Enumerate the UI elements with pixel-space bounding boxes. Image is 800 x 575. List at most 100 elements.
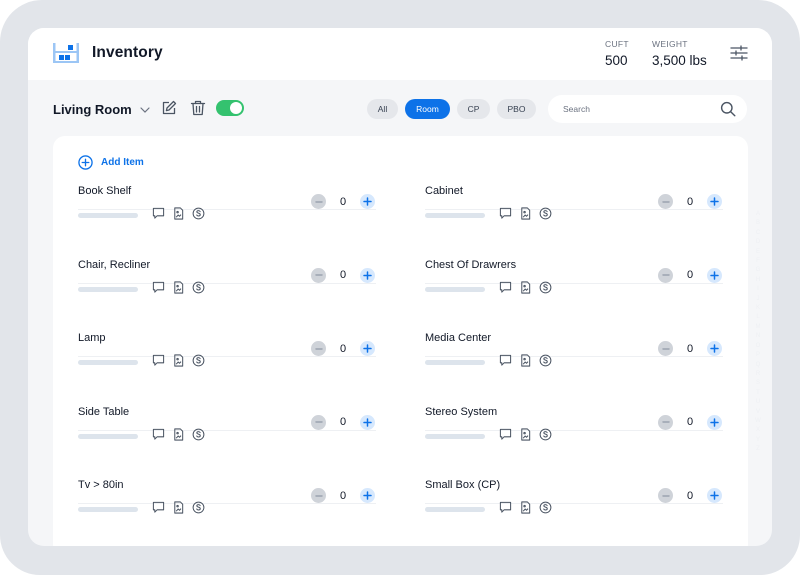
weight-label: WEIGHT	[652, 39, 688, 49]
filter-room[interactable]: Room	[405, 99, 450, 119]
alphabet-letter[interactable]: V	[756, 408, 760, 417]
increment-button[interactable]	[360, 341, 375, 356]
alphabet-letter[interactable]: C	[756, 229, 760, 238]
filter-pbo[interactable]: PBO	[497, 99, 536, 119]
alphabet-letter[interactable]: R	[756, 370, 760, 379]
comment-icon[interactable]	[499, 501, 512, 514]
alphabet-letter[interactable]: P	[756, 351, 760, 360]
sliders-icon[interactable]	[730, 45, 748, 61]
plus-icon	[363, 270, 372, 280]
quantity-stepper: 0	[658, 488, 722, 503]
minus-icon	[314, 347, 323, 350]
plus-icon	[363, 197, 372, 206]
warehouse-shelf-icon	[53, 43, 79, 63]
alphabet-letter[interactable]: W	[755, 417, 761, 426]
alphabet-letter[interactable]: N	[756, 332, 760, 341]
alphabet-letter[interactable]: T	[756, 389, 760, 398]
alphabet-letter[interactable]: Q	[756, 361, 761, 370]
photo-document-icon[interactable]	[172, 501, 185, 514]
decrement-button[interactable]	[311, 194, 326, 209]
alphabet-letter[interactable]: S	[756, 379, 760, 388]
minus-icon	[661, 200, 670, 203]
alphabet-letter[interactable]: M	[756, 323, 761, 332]
quantity-stepper: 0	[658, 267, 722, 283]
increment-button[interactable]	[707, 414, 722, 430]
alphabet-letter[interactable]: A	[756, 210, 760, 219]
increment-button[interactable]	[360, 267, 375, 283]
item-name: Cabinet	[425, 185, 463, 197]
item-name: Stereo System	[425, 405, 498, 418]
decrement-button[interactable]	[658, 414, 673, 430]
quantity-value: 0	[339, 342, 347, 355]
alphabet-letter[interactable]: H	[756, 276, 760, 285]
quantity-value: 0	[686, 269, 694, 281]
room-dropdown[interactable]: Living Room	[53, 102, 150, 117]
increment-button[interactable]	[707, 194, 722, 209]
search-box	[548, 95, 747, 123]
decrement-button[interactable]	[658, 488, 673, 503]
alphabet-letter[interactable]: D	[756, 238, 760, 247]
room-name: Living Room	[53, 102, 132, 117]
alphabet-letter[interactable]: I	[757, 285, 759, 294]
search-input[interactable]	[563, 104, 713, 114]
decrement-button[interactable]	[311, 341, 326, 356]
increment-button[interactable]	[360, 194, 375, 209]
app-header: Inventory CUFT 500 WEIGHT 3,500 lbs	[28, 28, 772, 80]
dollar-icon[interactable]	[539, 501, 552, 514]
alphabet-letter[interactable]: B	[756, 219, 760, 228]
quantity-stepper: 0	[311, 488, 375, 503]
item-name: Book Shelf	[78, 185, 132, 197]
list-item: Media Center 0	[425, 283, 723, 367]
decrement-button[interactable]	[311, 267, 326, 283]
alphabet-letter[interactable]: K	[756, 304, 760, 313]
filter-cp[interactable]: CP	[457, 99, 490, 119]
minus-icon	[314, 421, 323, 423]
alphabet-letter[interactable]: E	[756, 248, 760, 257]
alphabet-letter[interactable]: O	[756, 342, 761, 351]
plus-icon	[710, 197, 719, 206]
alphabet-letter[interactable]: G	[756, 266, 761, 275]
increment-button[interactable]	[707, 341, 722, 356]
trash-icon[interactable]	[190, 100, 206, 116]
minus-icon	[661, 494, 670, 497]
quantity-stepper: 0	[658, 194, 722, 209]
decrement-button[interactable]	[311, 488, 326, 503]
alphabet-letter[interactable]: X	[756, 426, 760, 435]
decrement-button[interactable]	[658, 341, 673, 356]
alphabet-letter[interactable]: Y	[756, 436, 760, 445]
alphabet-letter[interactable]: U	[756, 398, 760, 407]
quantity-value: 0	[339, 195, 347, 208]
increment-button[interactable]	[360, 414, 375, 430]
alphabet-letter[interactable]: J	[757, 295, 760, 304]
search-icon[interactable]	[720, 101, 736, 117]
minus-icon	[661, 274, 670, 276]
item-name: Tv > 80in	[78, 479, 124, 491]
decrement-button[interactable]	[658, 267, 673, 283]
item-actions	[499, 501, 552, 514]
comment-icon[interactable]	[152, 501, 165, 514]
list-item: Cabinet 0	[425, 136, 723, 220]
increment-button[interactable]	[707, 267, 722, 283]
decrement-button[interactable]	[311, 414, 326, 430]
plus-icon	[710, 344, 719, 353]
quantity-value: 0	[339, 269, 347, 281]
photo-document-icon[interactable]	[519, 501, 532, 514]
alphabet-letter[interactable]: F	[756, 257, 760, 266]
increment-button[interactable]	[360, 488, 375, 503]
list-item: Stereo System 0	[425, 357, 723, 441]
filter-all[interactable]: All	[367, 99, 398, 119]
edit-icon[interactable]	[161, 100, 177, 116]
alphabet-letter[interactable]: L	[756, 313, 759, 322]
dollar-icon[interactable]	[192, 501, 205, 514]
alphabet-letter[interactable]: Z	[756, 445, 760, 454]
minus-icon	[314, 494, 323, 497]
decrement-button[interactable]	[658, 194, 673, 209]
quantity-stepper: 0	[658, 341, 722, 356]
list-item: Book Shelf 0	[78, 136, 376, 220]
quantity-stepper: 0	[658, 414, 722, 430]
increment-button[interactable]	[707, 488, 722, 503]
alphabet-index: ABCDEFGHIJKLMNOPQRSTUVWXYZ	[752, 210, 764, 455]
device-frame: Inventory CUFT 500 WEIGHT 3,500 lbs Livi…	[0, 0, 800, 575]
plus-icon	[363, 344, 372, 353]
room-toggle[interactable]	[216, 100, 244, 116]
